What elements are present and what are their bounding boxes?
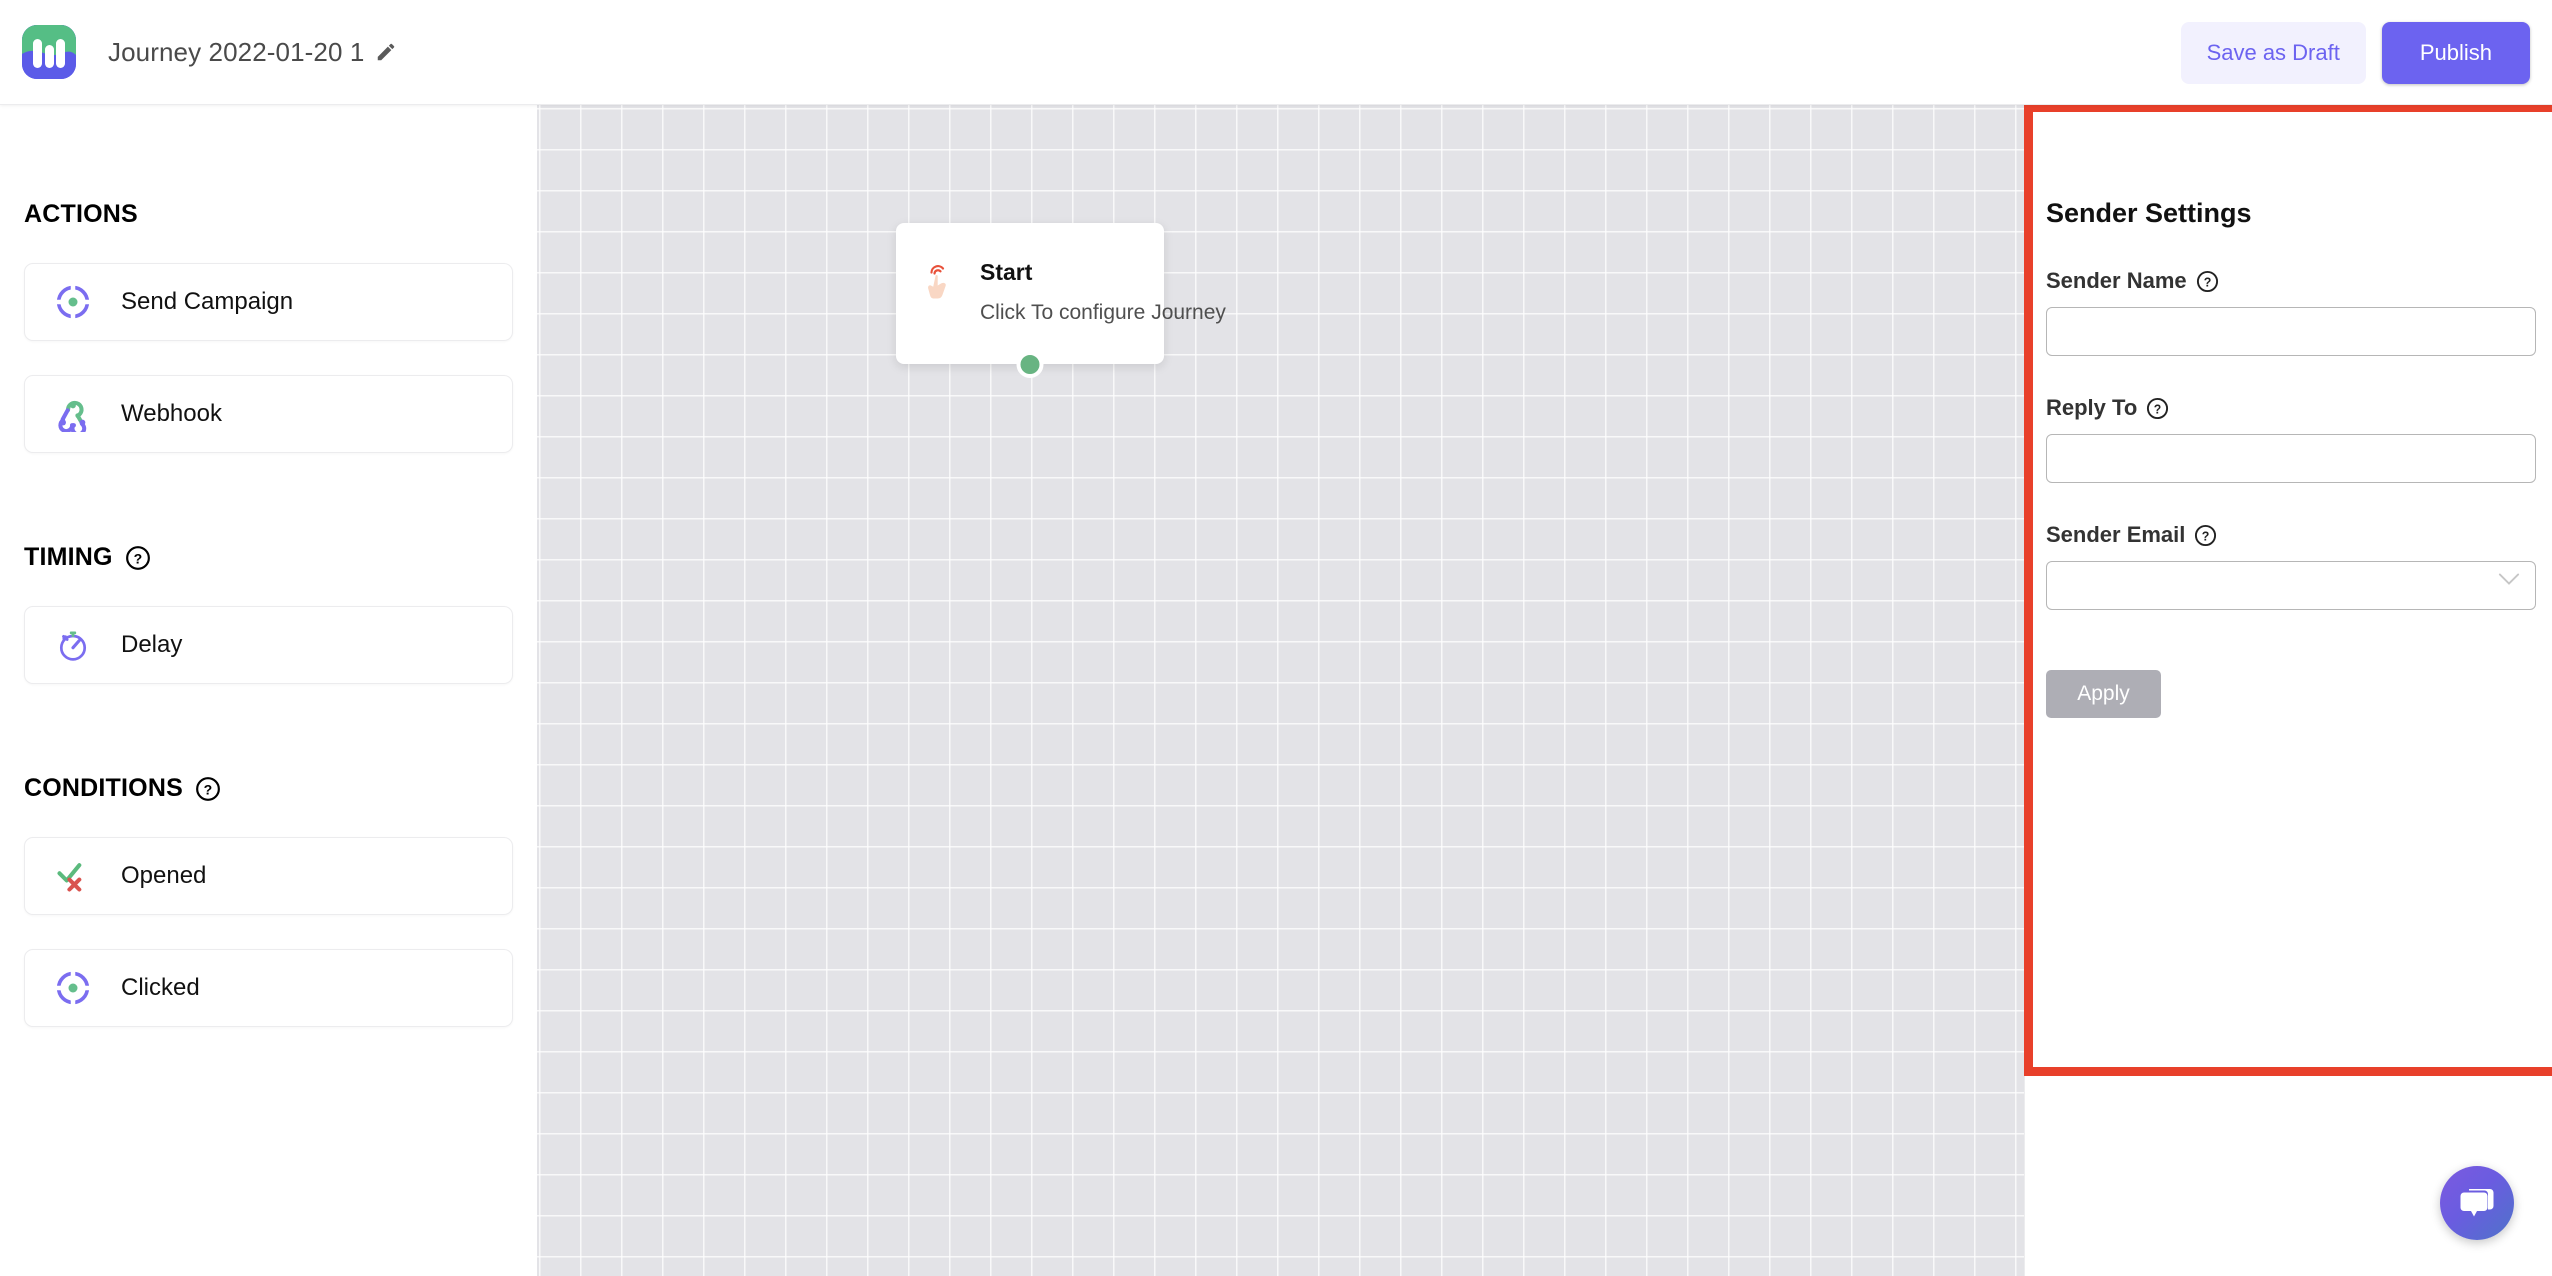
target-icon: [55, 284, 91, 320]
question-circle-icon[interactable]: ?: [2196, 270, 2219, 293]
logo-bar-1: [33, 39, 42, 68]
start-node-subtitle: Click To configure Journey: [980, 301, 1226, 324]
journey-canvas[interactable]: Start Click To configure Journey: [537, 105, 2024, 1276]
logo-bar-2: [44, 45, 54, 68]
app-header: Journey 2022-01-20 1 Save as Draft Publi…: [0, 0, 2552, 105]
sender-name-input[interactable]: [2046, 307, 2536, 356]
palette-item-label: Delay: [121, 631, 183, 658]
svg-text:?: ?: [204, 781, 213, 797]
section-title-label: CONDITIONS: [24, 774, 183, 802]
start-node-texts: Start Click To configure Journey: [980, 261, 1226, 325]
field-label-text: Sender Name: [2046, 268, 2187, 293]
chat-widget-button[interactable]: [2440, 1166, 2514, 1240]
logo-bar-3: [56, 39, 65, 68]
question-circle-icon[interactable]: ?: [2194, 524, 2217, 547]
sender-name-label-row: Sender Name ?: [2046, 268, 2531, 294]
start-node-content: Start Click To configure Journey: [896, 223, 1226, 325]
apply-button[interactable]: Apply: [2046, 670, 2161, 718]
question-circle-icon[interactable]: ?: [125, 545, 151, 571]
section-header-conditions: CONDITIONS ?: [24, 774, 513, 803]
field-sender-email: Sender Email ?: [2046, 522, 2536, 610]
app-logo-icon[interactable]: [22, 25, 76, 79]
section-header-timing: TIMING ?: [24, 543, 513, 572]
sender-email-select-wrap: [2046, 548, 2536, 610]
section-header-actions: ACTIONS: [24, 200, 513, 229]
question-circle-icon[interactable]: ?: [195, 776, 221, 802]
section-title-label: TIMING: [24, 543, 113, 571]
stopwatch-icon: [59, 631, 87, 661]
panel-title: Sender Settings: [2046, 198, 2252, 228]
palette-item-label: Send Campaign: [121, 288, 294, 315]
sender-settings-content: Sender Settings Sender Name ? Reply To ?…: [2025, 198, 2552, 718]
palette-item-label: Opened: [121, 862, 207, 889]
webhook-icon: [58, 400, 87, 432]
palette-item-label: Clicked: [121, 974, 200, 1001]
check-cross-icon: [57, 863, 82, 892]
field-sender-name: Sender Name ?: [2046, 268, 2536, 356]
sender-email-label-row: Sender Email ?: [2046, 522, 2531, 548]
field-label-text: Sender Email: [2046, 522, 2186, 547]
palette-item-send-campaign[interactable]: Send Campaign: [24, 263, 513, 341]
start-node-output-handle[interactable]: [1016, 351, 1044, 378]
start-node[interactable]: Start Click To configure Journey: [896, 223, 1226, 378]
svg-text:?: ?: [133, 550, 142, 566]
reply-to-input[interactable]: [2046, 434, 2536, 483]
node-palette-sidebar: ACTIONS Send Campaign Webhook TIMING ? D…: [0, 105, 537, 1276]
svg-text:?: ?: [2203, 275, 2211, 289]
field-reply-to: Reply To ?: [2046, 395, 2536, 483]
svg-text:?: ?: [2154, 402, 2162, 416]
palette-item-opened[interactable]: Opened: [24, 837, 513, 915]
palette-item-webhook[interactable]: Webhook: [24, 375, 513, 453]
sender-email-select[interactable]: [2046, 561, 2536, 610]
target-icon: [55, 970, 91, 1006]
journey-builder-app: Journey 2022-01-20 1 Save as Draft Publi…: [0, 0, 2552, 1276]
reply-to-label-row: Reply To ?: [2046, 395, 2531, 421]
header-actions: Save as Draft Publish: [2180, 0, 2530, 105]
pencil-icon[interactable]: [375, 41, 397, 63]
save-as-draft-button[interactable]: Save as Draft: [2180, 21, 2366, 84]
chat-bubbles-icon: [2460, 1189, 2494, 1217]
palette-item-clicked[interactable]: Clicked: [24, 949, 513, 1027]
palette-item-delay[interactable]: Delay: [24, 606, 513, 684]
sender-settings-panel: Sender Settings Sender Name ? Reply To ?…: [2024, 105, 2552, 1276]
palette-item-label: Webhook: [121, 400, 222, 427]
start-node-title: Start: [980, 259, 1033, 285]
publish-button[interactable]: Publish: [2381, 21, 2530, 84]
svg-text:?: ?: [2202, 529, 2210, 543]
question-circle-icon[interactable]: ?: [2146, 397, 2169, 420]
tap-hand-icon: [928, 265, 946, 299]
field-label-text: Reply To: [2046, 395, 2138, 420]
section-title-label: ACTIONS: [24, 200, 138, 228]
page-title: Journey 2022-01-20 1: [108, 36, 365, 67]
